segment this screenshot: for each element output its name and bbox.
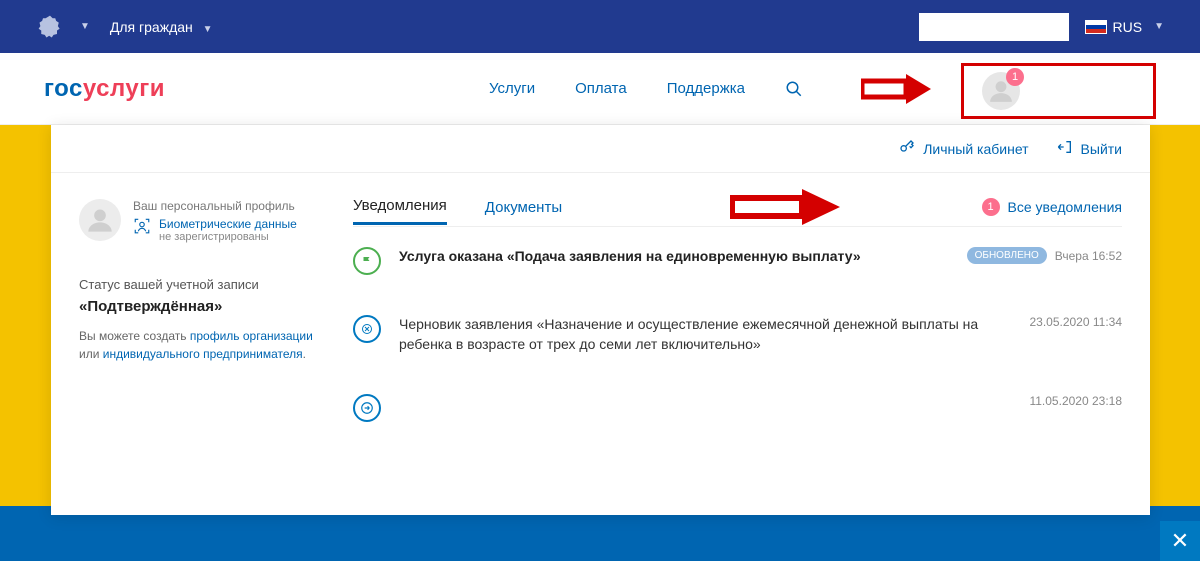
- notification-title: Услуга оказана «Подача заявления на един…: [399, 247, 939, 267]
- user-avatar-area[interactable]: 1: [961, 63, 1156, 119]
- tabs: Уведомления Документы 1 Все уведомления: [353, 187, 1122, 227]
- audience-switcher[interactable]: Для граждан ▼: [110, 19, 213, 35]
- flag-icon: [1085, 20, 1107, 34]
- logout-label: Выйти: [1081, 141, 1122, 157]
- notification-time: ОБНОВЛЕНО Вчера 16:52: [967, 247, 1122, 264]
- create-profile-text: Вы можете создать профиль организации ил…: [79, 327, 325, 363]
- flag-green-icon: [353, 247, 381, 275]
- updated-pill: ОБНОВЛЕНО: [967, 247, 1047, 264]
- main-nav: Услуги Оплата Поддержка: [489, 72, 931, 106]
- all-notifications-link[interactable]: 1 Все уведомления: [982, 198, 1122, 216]
- personal-cabinet-link[interactable]: Личный кабинет: [899, 139, 1028, 158]
- notification-title: Черновик заявления «Назначение и осущест…: [399, 315, 1001, 354]
- chevron-down-icon[interactable]: ▼: [80, 21, 90, 32]
- chevron-down-icon: ▼: [1154, 21, 1164, 32]
- nav-services[interactable]: Услуги: [489, 80, 535, 97]
- cabinet-label: Личный кабинет: [923, 141, 1028, 157]
- account-status-value: «Подтверждённая»: [79, 298, 325, 315]
- all-notifications-badge: 1: [982, 198, 1000, 216]
- logo-part2: услуги: [83, 75, 165, 102]
- top-bar: ▼ Для граждан ▼ RUS ▼: [0, 0, 1200, 53]
- biometric-status: не зарегистрированы: [159, 231, 297, 243]
- logout-link[interactable]: Выйти: [1057, 139, 1122, 158]
- annotation-arrow-icon: [730, 187, 840, 227]
- notification-row[interactable]: 11.05.2020 23:18: [353, 374, 1122, 442]
- incoming-icon: [353, 394, 381, 422]
- profile-label: Ваш персональный профиль: [133, 199, 297, 213]
- logo-part1: гос: [44, 75, 83, 102]
- draft-icon: [353, 315, 381, 343]
- key-icon: [899, 139, 915, 158]
- language-label: RUS: [1113, 19, 1143, 35]
- notification-badge: 1: [1006, 68, 1024, 86]
- notification-time: 11.05.2020 23:18: [1029, 394, 1122, 408]
- chevron-down-icon: ▼: [203, 24, 213, 35]
- header: госуслуги Услуги Оплата Поддержка 1: [0, 53, 1200, 125]
- dropdown-panel: Личный кабинет Выйти Ваш персональный пр…: [51, 125, 1150, 515]
- notification-row[interactable]: Черновик заявления «Назначение и осущест…: [353, 295, 1122, 374]
- account-status-label: Статус вашей учетной записи: [79, 277, 325, 292]
- profile-sidebar: Ваш персональный профиль Биометрические …: [51, 173, 343, 442]
- notification-row[interactable]: Услуга оказана «Подача заявления на един…: [353, 227, 1122, 295]
- avatar-icon: [79, 199, 121, 241]
- org-profile-link[interactable]: профиль организации: [190, 329, 313, 343]
- all-notifications-label: Все уведомления: [1008, 199, 1122, 215]
- avatar: 1: [982, 72, 1020, 110]
- logout-icon: [1057, 139, 1073, 158]
- top-search-input[interactable]: [919, 13, 1069, 41]
- notifications-area: Уведомления Документы 1 Все уведомления …: [343, 173, 1150, 442]
- tab-notifications[interactable]: Уведомления: [353, 189, 447, 225]
- notification-time: 23.05.2020 11:34: [1029, 315, 1122, 329]
- language-switcher[interactable]: RUS ▼: [1085, 19, 1164, 35]
- tab-documents[interactable]: Документы: [485, 191, 562, 224]
- search-icon[interactable]: [785, 80, 803, 98]
- audience-label: Для граждан: [110, 19, 193, 35]
- panel-top-links: Личный кабинет Выйти: [51, 125, 1150, 173]
- face-scan-icon: [133, 217, 151, 238]
- nav-support[interactable]: Поддержка: [667, 80, 745, 97]
- emblem-icon: [36, 13, 64, 41]
- annotation-arrow-icon: [861, 72, 931, 106]
- biometric-link[interactable]: Биометрические данные: [159, 217, 297, 231]
- nav-payment[interactable]: Оплата: [575, 80, 627, 97]
- ip-profile-link[interactable]: индивидуального предпринимателя: [103, 347, 303, 361]
- logo[interactable]: госуслуги: [44, 75, 165, 103]
- close-icon[interactable]: ✕: [1160, 521, 1200, 561]
